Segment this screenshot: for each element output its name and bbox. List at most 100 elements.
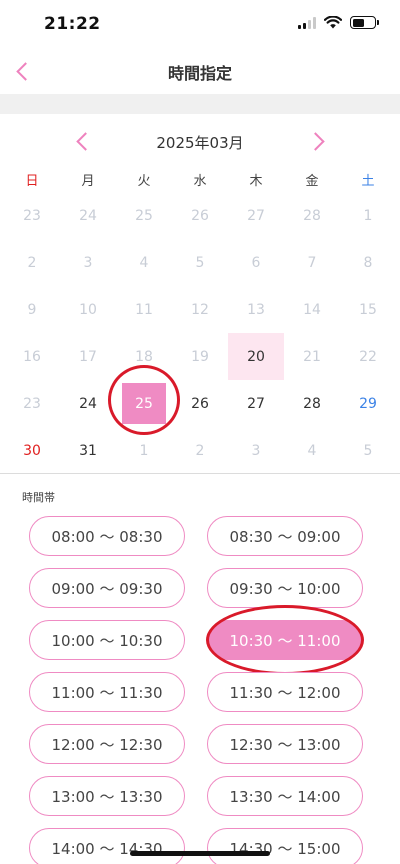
calendar-day: 13 — [228, 286, 284, 333]
weekday-sat: 土 — [361, 174, 375, 189]
calendar-day-number: 11 — [135, 301, 153, 318]
time-slot-button[interactable]: 14:00 ～ 14:30 — [29, 828, 185, 864]
calendar-day: 26 — [172, 192, 228, 239]
calendar-day-number: 13 — [247, 301, 265, 318]
time-slot-button[interactable]: 08:00 ～ 08:30 — [29, 516, 185, 556]
weekday-thu: 木 — [249, 174, 263, 189]
calendar-day[interactable]: 27 — [228, 380, 284, 427]
calendar-day: 19 — [172, 333, 228, 380]
calendar-day-number: 17 — [79, 348, 97, 365]
calendar-day-number: 31 — [79, 442, 97, 459]
weekday-fri: 金 — [305, 174, 319, 189]
calendar-day-number: 18 — [135, 348, 153, 365]
calendar-day: 2 — [4, 239, 60, 286]
home-indicator — [130, 851, 270, 856]
calendar-day[interactable]: 31 — [60, 427, 116, 474]
calendar-day: 9 — [4, 286, 60, 333]
calendar-day[interactable]: 20 — [228, 333, 284, 380]
cellular-signal-icon — [298, 16, 316, 29]
next-month-button[interactable] — [300, 128, 330, 154]
status-bar: 21:22 — [0, 0, 400, 48]
time-slot-button[interactable]: 10:00 ～ 10:30 — [29, 620, 185, 660]
calendar-day[interactable]: 26 — [172, 380, 228, 427]
calendar-day: 7 — [284, 239, 340, 286]
time-slot-button[interactable]: 13:00 ～ 13:30 — [29, 776, 185, 816]
time-slot-button[interactable]: 12:30 ～ 13:00 — [207, 724, 363, 764]
calendar-day: 11 — [116, 286, 172, 333]
calendar-day: 17 — [60, 333, 116, 380]
calendar-day: 24 — [60, 192, 116, 239]
calendar-day-number: 5 — [363, 442, 373, 459]
time-slot-button[interactable]: 08:30 ～ 09:00 — [207, 516, 363, 556]
time-slot-button[interactable]: 09:00 ～ 09:30 — [29, 568, 185, 608]
time-slot-button[interactable]: 10:30 ～ 11:00 — [207, 620, 363, 660]
calendar-day-number: 24 — [79, 207, 97, 224]
wifi-icon — [324, 16, 342, 29]
weekday-header: 日 月 火 水 木 金 土 — [4, 170, 396, 189]
status-time: 21:22 — [44, 14, 101, 34]
time-slot-button[interactable]: 11:30 ～ 12:00 — [207, 672, 363, 712]
calendar-day: 4 — [116, 239, 172, 286]
chevron-right-icon — [305, 131, 325, 151]
calendar-day-number: 2 — [195, 442, 205, 459]
weekday-sun: 日 — [25, 174, 39, 189]
weekday-mon: 月 — [81, 174, 95, 189]
calendar-day-number: 4 — [139, 254, 149, 271]
calendar-day-number: 27 — [247, 207, 265, 224]
weekday-wed: 水 — [193, 174, 207, 189]
calendar-day-number: 28 — [303, 395, 321, 412]
calendar-day-number: 21 — [303, 348, 321, 365]
calendar-day: 12 — [172, 286, 228, 333]
calendar: 2025年03月 日 月 火 水 木 金 土 23 24 25 26 27 28 1 2 3 4 5… — [0, 114, 400, 474]
time-slot-button[interactable]: 14:30 ～ 15:00 — [207, 828, 363, 864]
calendar-day-number: 1 — [363, 207, 373, 224]
month-nav: 2025年03月 — [0, 128, 400, 154]
day-grid: 23 24 25 26 27 28 1 2 3 4 5 6 7 8 9 10 11 12 13 14 15 16 17 18 1… — [4, 192, 396, 474]
calendar-day[interactable]: 30 — [4, 427, 60, 474]
status-icons — [298, 16, 379, 29]
calendar-day-number: 12 — [191, 301, 209, 318]
calendar-day-number: 3 — [251, 442, 261, 459]
calendar-day-number: 16 — [23, 348, 41, 365]
calendar-day-number: 8 — [363, 254, 373, 271]
calendar-day: 1 — [340, 192, 396, 239]
header-divider-band — [0, 94, 400, 114]
calendar-day: 25 — [116, 192, 172, 239]
time-slot-section: 時間帯 08:00 ～ 08:30 08:30 ～ 09:00 09:00 ～ 09… — [0, 474, 400, 864]
calendar-day: 5 — [340, 427, 396, 474]
calendar-day: 8 — [340, 239, 396, 286]
calendar-day-number: 3 — [83, 254, 93, 271]
time-slot-button[interactable]: 11:00 ～ 11:30 — [29, 672, 185, 712]
calendar-day: 16 — [4, 333, 60, 380]
calendar-day-number: 9 — [27, 301, 37, 318]
time-slot-button[interactable]: 13:30 ～ 14:00 — [207, 776, 363, 816]
calendar-day-number: 10 — [79, 301, 97, 318]
battery-icon — [350, 16, 379, 29]
calendar-day: 1 — [116, 427, 172, 474]
time-slot-button[interactable]: 12:00 ～ 12:30 — [29, 724, 185, 764]
calendar-day-number: 25 — [135, 207, 153, 224]
calendar-day-number: 24 — [79, 395, 97, 412]
calendar-day: 21 — [284, 333, 340, 380]
calendar-day: 3 — [60, 239, 116, 286]
time-slot-button[interactable]: 09:30 ～ 10:00 — [207, 568, 363, 608]
calendar-day-number: 15 — [359, 301, 377, 318]
calendar-day: 14 — [284, 286, 340, 333]
calendar-day-number: 27 — [247, 395, 265, 412]
calendar-day: 4 — [284, 427, 340, 474]
calendar-day[interactable]: 28 — [284, 380, 340, 427]
calendar-day[interactable]: 29 — [340, 380, 396, 427]
calendar-day-number: 29 — [359, 395, 377, 412]
calendar-day: 3 — [228, 427, 284, 474]
calendar-day-number: 6 — [251, 254, 261, 271]
calendar-day-number: 7 — [307, 254, 317, 271]
calendar-day: 23 — [4, 192, 60, 239]
calendar-day[interactable]: 25 — [108, 365, 180, 435]
calendar-day-number: 14 — [303, 301, 321, 318]
calendar-day-number: 1 — [139, 442, 149, 459]
calendar-day: 23 — [4, 380, 60, 427]
calendar-day-number: 26 — [191, 207, 209, 224]
calendar-day: 27 — [228, 192, 284, 239]
page-title: 時間指定 — [167, 64, 232, 83]
calendar-day: 5 — [172, 239, 228, 286]
